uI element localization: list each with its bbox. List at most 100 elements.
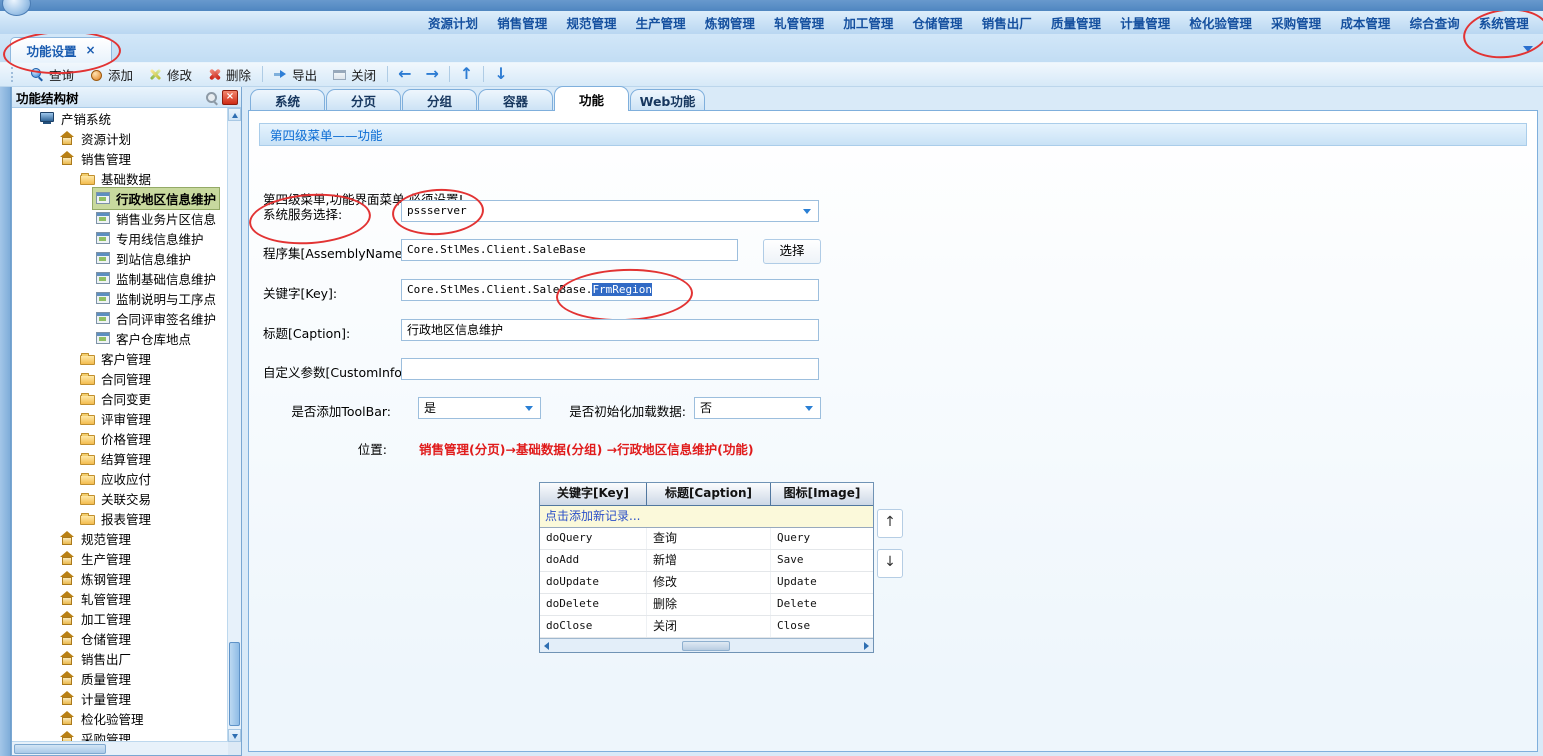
tree-item[interactable]: 规范管理 xyxy=(12,528,228,548)
arrow-up-icon[interactable]: ↑ xyxy=(453,65,480,83)
tree-item[interactable]: 生产管理 xyxy=(12,548,228,568)
grid-header-cell[interactable]: 标题[Caption] xyxy=(647,483,771,505)
tree-item[interactable]: 报表管理 xyxy=(12,508,228,528)
tree-item[interactable]: 到站信息维护 xyxy=(12,248,228,268)
grid-header-cell[interactable]: 关键字[Key] xyxy=(540,483,647,505)
tree-item[interactable]: 应收应付 xyxy=(12,468,228,488)
tree-item[interactable]: 采购管理 xyxy=(12,728,228,742)
chevron-down-icon[interactable] xyxy=(1523,46,1533,52)
tree-item[interactable]: 产销系统 xyxy=(12,108,228,128)
tree-item[interactable]: 客户仓库地点 xyxy=(12,328,228,348)
scrollbar-thumb[interactable] xyxy=(229,642,240,726)
scrollbar-thumb[interactable] xyxy=(14,744,106,754)
menu-item[interactable]: 检化验管理 xyxy=(1189,13,1252,32)
menu-item[interactable]: 轧管管理 xyxy=(774,13,824,32)
tree-item[interactable]: 销售出厂 xyxy=(12,648,228,668)
tree-item[interactable]: 价格管理 xyxy=(12,428,228,448)
panel-close-icon[interactable]: × xyxy=(222,90,238,105)
tree-item[interactable]: 客户管理 xyxy=(12,348,228,368)
tree-item[interactable]: 合同管理 xyxy=(12,368,228,388)
select-button[interactable]: 选择 xyxy=(763,239,821,264)
menu-item[interactable]: 销售管理 xyxy=(497,13,547,32)
tab-功能[interactable]: 功能 xyxy=(554,86,629,111)
scroll-up-icon[interactable] xyxy=(228,108,241,121)
tree-item[interactable]: 合同评审签名维护 xyxy=(12,308,228,328)
table-row[interactable]: doClose关闭Close xyxy=(540,616,873,638)
table-row[interactable]: doQuery查询Query xyxy=(540,528,873,550)
tree-horizontal-scrollbar[interactable] xyxy=(12,741,228,755)
tree-item[interactable]: 监制基础信息维护 xyxy=(12,268,228,288)
tree-item[interactable]: 监制说明与工序点 xyxy=(12,288,228,308)
arrow-left-icon[interactable]: ← xyxy=(391,65,418,83)
toolbar-button-closewin[interactable]: 关闭 xyxy=(325,63,384,86)
tree-item[interactable]: 轧管管理 xyxy=(12,588,228,608)
arrow-down-icon[interactable]: ↓ xyxy=(487,65,514,83)
tree-item[interactable]: 销售业务片区信息 xyxy=(12,208,228,228)
tree-item[interactable]: 炼钢管理 xyxy=(12,568,228,588)
assembly-input[interactable]: Core.StlMes.Client.SaleBase xyxy=(401,239,738,261)
pin-icon[interactable] xyxy=(205,91,218,104)
tree-item[interactable]: 销售管理 xyxy=(12,148,228,168)
row-move-down-button[interactable]: ↓ xyxy=(877,549,903,578)
tree-item[interactable]: 仓储管理 xyxy=(12,628,228,648)
tab-close-icon[interactable]: × xyxy=(85,43,95,57)
key-input[interactable]: Core.StlMes.Client.SaleBase.FrmRegion xyxy=(401,279,819,301)
menu-item[interactable]: 资源计划 xyxy=(428,13,478,32)
tab-Web功能[interactable]: Web功能 xyxy=(630,89,705,111)
tab-分组[interactable]: 分组 xyxy=(402,89,477,111)
tree-vertical-scrollbar[interactable] xyxy=(227,108,241,742)
tab-系统[interactable]: 系统 xyxy=(250,89,325,111)
tree-item[interactable]: 专用线信息维护 xyxy=(12,228,228,248)
menu-item[interactable]: 成本管理 xyxy=(1340,13,1390,32)
table-row[interactable]: doAdd新增Save xyxy=(540,550,873,572)
tab-label: 功能设置 xyxy=(26,41,76,60)
tree-item[interactable]: 结算管理 xyxy=(12,448,228,468)
toolbar-button-add[interactable]: 添加 xyxy=(82,63,141,86)
tree-item[interactable]: 基础数据 xyxy=(12,168,228,188)
menu-item[interactable]: 规范管理 xyxy=(566,13,616,32)
tab-容器[interactable]: 容器 xyxy=(478,89,553,111)
menu-bar: 资源计划销售管理规范管理 生产管理炼钢管理轧管管理加工管理 仓储管理销售出厂质量管理… xyxy=(0,11,1543,34)
table-row[interactable]: doDelete删除Delete xyxy=(540,594,873,616)
tree-item[interactable]: 加工管理 xyxy=(12,608,228,628)
tree-item[interactable]: 资源计划 xyxy=(12,128,228,148)
toolbar-button-search[interactable]: 查询 xyxy=(23,63,82,86)
caption-input[interactable]: 行政地区信息维护 xyxy=(401,319,819,341)
tree-item[interactable]: 计量管理 xyxy=(12,688,228,708)
menu-item[interactable]: 采购管理 xyxy=(1271,13,1321,32)
toolbar-button-edit[interactable]: 修改 xyxy=(141,63,200,86)
add-toolbar-dropdown[interactable]: 是 xyxy=(418,397,541,419)
menu-item[interactable]: 仓储管理 xyxy=(913,13,963,32)
menu-item[interactable]: 综合查询 xyxy=(1410,13,1460,32)
toolbar-button-export[interactable]: 导出 xyxy=(266,63,325,86)
menu-item[interactable]: 计量管理 xyxy=(1120,13,1170,32)
menu-item[interactable]: 加工管理 xyxy=(843,13,893,32)
menu-item[interactable]: 生产管理 xyxy=(636,13,686,32)
scroll-down-icon[interactable] xyxy=(228,729,241,742)
scrollbar-thumb[interactable] xyxy=(682,641,730,651)
tab-分页[interactable]: 分页 xyxy=(326,89,401,111)
tree-item[interactable]: 行政地区信息维护 xyxy=(12,188,228,208)
tree-item[interactable]: 关联交易 xyxy=(12,488,228,508)
menu-item[interactable]: 销售出厂 xyxy=(982,13,1032,32)
grid-horizontal-scrollbar[interactable] xyxy=(540,638,873,652)
tree-item[interactable]: 检化验管理 xyxy=(12,708,228,728)
location-path: 销售管理(分页)→基础数据(分组) →行政地区信息维护(功能) xyxy=(419,439,754,458)
table-row[interactable]: doUpdate修改Update xyxy=(540,572,873,594)
grid-header-cell[interactable]: 图标[Image] xyxy=(771,483,873,505)
service-dropdown[interactable]: pssserver xyxy=(401,200,819,222)
menu-item[interactable]: 系统管理 xyxy=(1479,13,1529,32)
menu-item[interactable]: 炼钢管理 xyxy=(705,13,755,32)
arrow-right-icon[interactable]: → xyxy=(419,65,446,83)
custominfo-input[interactable] xyxy=(401,358,819,380)
tab-function-settings[interactable]: 功能设置 × xyxy=(10,37,112,62)
menu-item[interactable]: 质量管理 xyxy=(1051,13,1101,32)
tree-item[interactable]: 评审管理 xyxy=(12,408,228,428)
collapsed-side-strip[interactable] xyxy=(0,62,11,756)
toolbar-button-delete[interactable]: 删除 xyxy=(200,63,259,86)
tree-item[interactable]: 合同变更 xyxy=(12,388,228,408)
grid-add-row[interactable]: 点击添加新记录... xyxy=(540,506,873,528)
tree-item[interactable]: 质量管理 xyxy=(12,668,228,688)
row-move-up-button[interactable]: ↑ xyxy=(877,509,903,538)
init-load-dropdown[interactable]: 否 xyxy=(694,397,821,419)
